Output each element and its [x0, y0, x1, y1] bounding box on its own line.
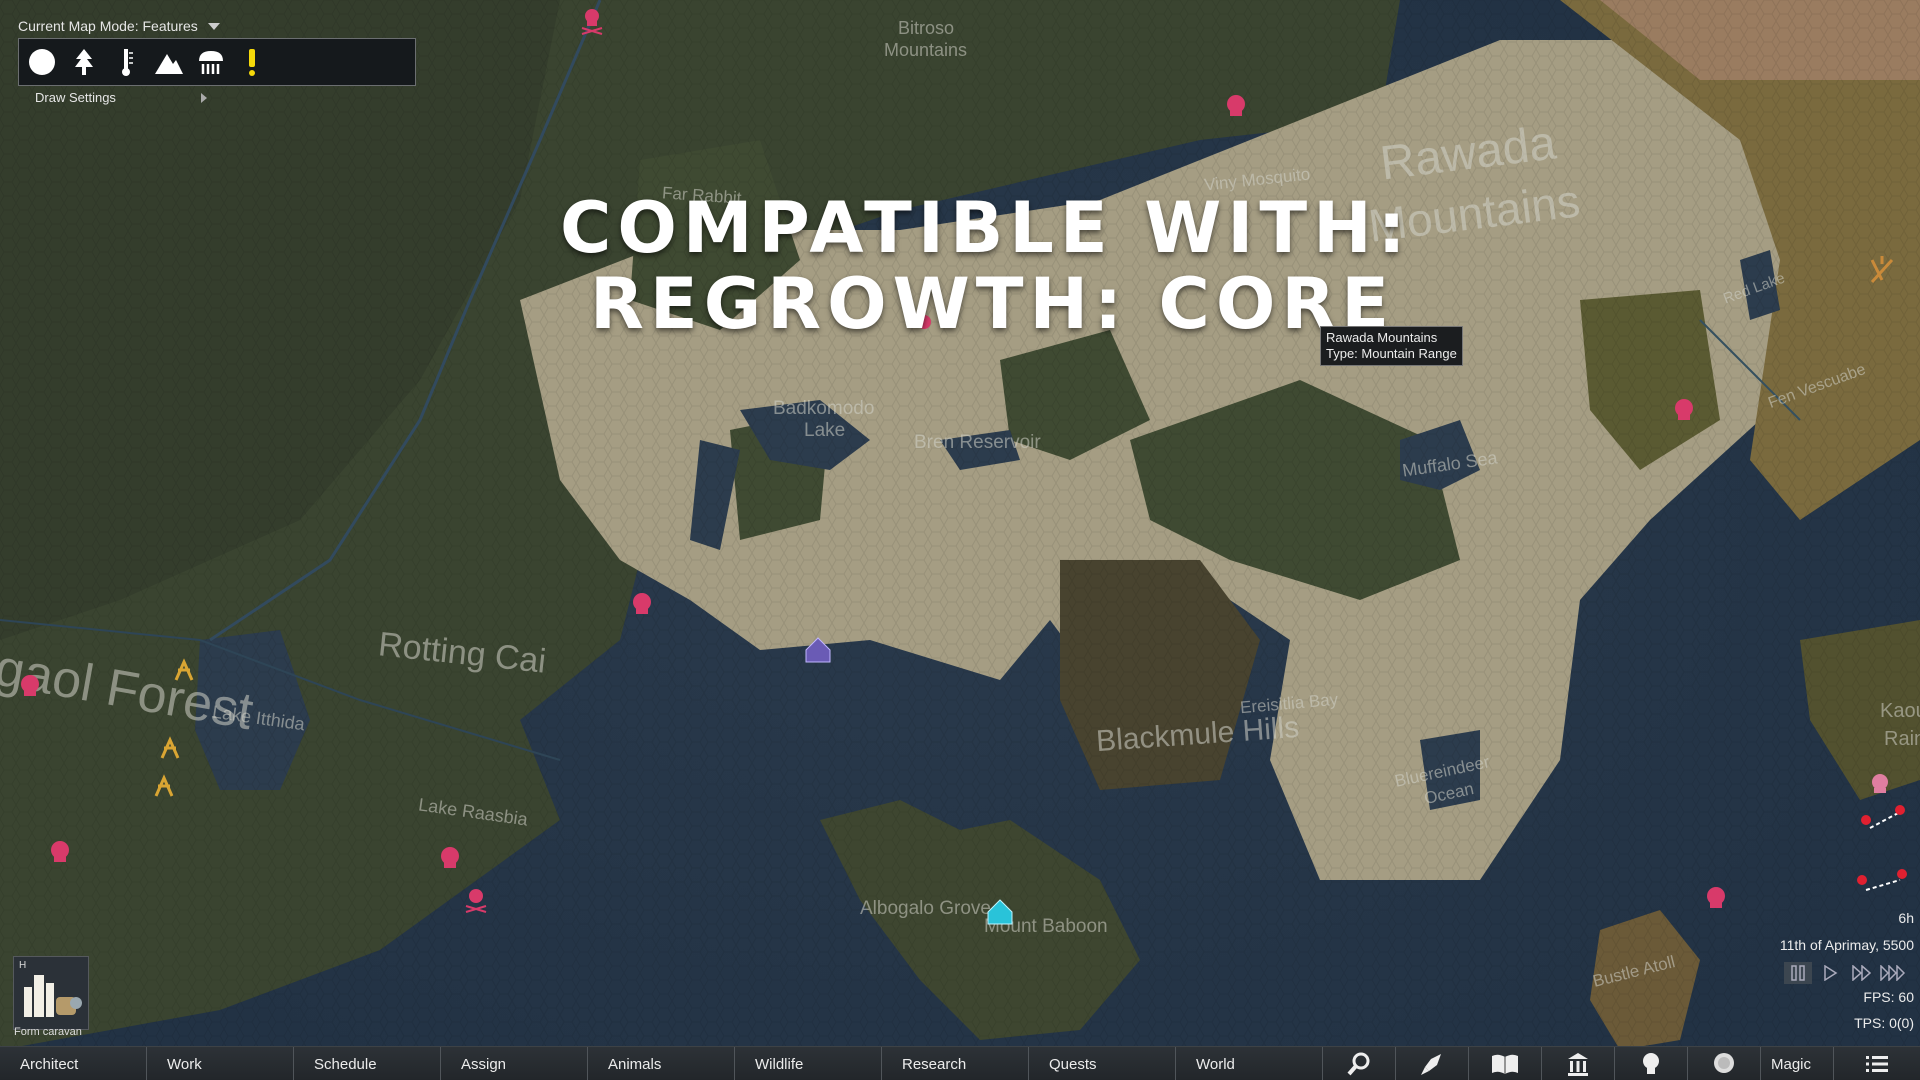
fps-readout: FPS: 60: [1863, 989, 1914, 1005]
rain-icon[interactable]: [195, 46, 225, 78]
form-caravan-label: Form caravan: [14, 1026, 82, 1038]
map-mode-label: Current Map Mode: Features: [18, 18, 198, 34]
tab-architect[interactable]: Architect: [0, 1047, 147, 1080]
tab-menu[interactable]: [1834, 1047, 1920, 1080]
map-mode-toolbar: [18, 38, 416, 86]
exclamation-icon[interactable]: [237, 46, 267, 78]
tab-assign[interactable]: Assign: [441, 1047, 588, 1080]
tree-icon[interactable]: [69, 46, 99, 78]
map-tooltip: Rawada Mountains Type: Mountain Range: [1320, 326, 1463, 366]
time-speed-controls: [1784, 962, 1908, 984]
tab-magic[interactable]: Magic: [1761, 1047, 1834, 1080]
search-icon: [1347, 1052, 1370, 1076]
hour-readout: 6h: [1898, 910, 1914, 926]
promo-headline-line1: COMPATIBLE WITH:: [560, 187, 1412, 269]
tab-psycasts[interactable]: [1688, 1047, 1761, 1080]
draw-settings-menu[interactable]: Draw Settings: [35, 90, 207, 105]
main-tab-bar: Architect Work Schedule Assign Animals W…: [0, 1046, 1920, 1080]
promo-headline: COMPATIBLE WITH: REGROWTH: CORE: [560, 190, 1412, 342]
tab-factions[interactable]: [1542, 1047, 1615, 1080]
draw-settings-label: Draw Settings: [35, 90, 116, 105]
tab-schedule[interactable]: Schedule: [294, 1047, 441, 1080]
tab-ideas[interactable]: [1615, 1047, 1688, 1080]
tab-quests[interactable]: Quests: [1029, 1047, 1176, 1080]
tps-readout: TPS: 0(0): [1854, 1015, 1914, 1031]
thermometer-icon[interactable]: [111, 46, 141, 78]
caravan-icon: [24, 975, 82, 1017]
date-readout: 11th of Aprimay, 5500: [1779, 937, 1914, 953]
tab-research[interactable]: Research: [882, 1047, 1029, 1080]
tab-world[interactable]: World: [1176, 1047, 1323, 1080]
tab-animals[interactable]: Animals: [588, 1047, 735, 1080]
pause-icon[interactable]: [1784, 962, 1812, 984]
tab-work[interactable]: Work: [147, 1047, 294, 1080]
menu-icon: [1866, 1056, 1888, 1072]
play-icon[interactable]: [1816, 962, 1844, 984]
circle-icon[interactable]: [27, 46, 57, 78]
lightbulb-icon: [1643, 1053, 1659, 1074]
world-map[interactable]: [0, 0, 1920, 1080]
tooltip-title: Rawada Mountains: [1326, 330, 1438, 345]
book-icon: [1492, 1054, 1518, 1074]
rocket-icon: [1421, 1054, 1441, 1075]
fast-forward-icon[interactable]: [1848, 962, 1876, 984]
tab-search[interactable]: [1323, 1047, 1396, 1080]
psycast-icon: [1714, 1053, 1734, 1073]
factions-icon: [1568, 1053, 1588, 1076]
superfast-icon[interactable]: [1880, 962, 1908, 984]
promo-headline-line2: REGROWTH: CORE: [590, 263, 1396, 345]
tab-history[interactable]: [1469, 1047, 1542, 1080]
map-mode-dropdown[interactable]: Current Map Mode: Features: [18, 18, 220, 34]
tooltip-type: Type: Mountain Range: [1326, 346, 1457, 361]
chevron-right-icon: [201, 92, 207, 103]
mountain-icon[interactable]: [153, 46, 183, 78]
form-caravan-button[interactable]: H: [13, 956, 89, 1030]
chevron-down-icon: [207, 22, 220, 30]
tab-wildlife[interactable]: Wildlife: [735, 1047, 882, 1080]
tab-ships[interactable]: [1396, 1047, 1469, 1080]
